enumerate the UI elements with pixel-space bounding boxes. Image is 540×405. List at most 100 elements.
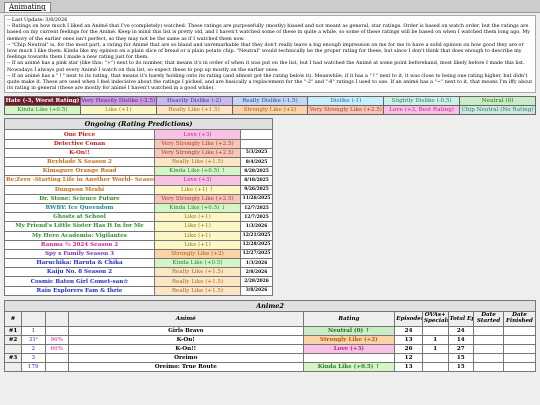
row-ovas: [421, 325, 449, 336]
header-ovas-specials: OVAs+ Specials: [421, 310, 449, 327]
ongoing-row: Beyblade X Season 2 Really Like (+1.5) 8/4…: [4, 156, 273, 168]
ongoing-date: 1/3/2026: [240, 258, 273, 269]
row-index: 1: [21, 325, 46, 336]
ongoing-title: Detective Conan: [4, 138, 155, 149]
ongoing-rating: Like (+1): [154, 212, 241, 223]
row-ovas: 1: [421, 343, 449, 354]
ongoing-row: Rain Explorers Fam & Ihrie Really Like (+…: [4, 285, 273, 296]
header-blank-1: [21, 310, 46, 327]
ongoing-row: Haruchika: Haruta & Chika Kinda Like (+0.…: [4, 258, 273, 269]
ongoing-rating: Really Like (+1.5): [154, 156, 241, 168]
row-number: #1: [3, 325, 23, 336]
ongoing-date: 12/7/2025: [240, 202, 273, 214]
header-rating: Rating: [302, 310, 396, 327]
ongoing-rating: Like (+1): [154, 221, 241, 232]
anime2-table: Anime2 # Animé Rating Episodes OVAs+ Spe…: [3, 299, 537, 372]
header-total-eps: Total Eps: [447, 310, 475, 327]
row-percent: [44, 325, 69, 336]
tab-animating[interactable]: Animating: [4, 2, 51, 12]
row-date-finished: [502, 325, 537, 336]
ongoing-date: 1/3/2026: [240, 221, 273, 232]
ongoing-caption: Ongoing (Rating Predictions): [4, 118, 273, 131]
ongoing-date: 9/26/2025: [240, 184, 273, 195]
ongoing-title: Dungeon Meshi: [4, 184, 155, 195]
legend-heavily-dislike: Heavily Dislike (-2): [155, 96, 233, 107]
ongoing-date: 12/28/2025: [240, 239, 273, 250]
ongoing-date: 2/8/2026: [240, 267, 273, 278]
ongoing-row: Dr. Stone: Science Future Very Strongly L…: [4, 193, 273, 204]
row-total: 24: [447, 325, 475, 336]
row-total: 15: [447, 352, 475, 363]
row-index: 179: [21, 361, 46, 372]
header-anime: Animé: [67, 310, 304, 327]
notes-paragraph-2: -- "Chip Neutral" is, for the most part,…: [7, 41, 524, 61]
ongoing-title: Kaiju No. 8 Season 2: [4, 267, 155, 278]
notes-paragraph-4: -- If an animé has a "↑" next to its rat…: [7, 72, 533, 92]
ongoing-date: 8/28/2025: [240, 166, 273, 177]
ongoing-title: Ghosts at School: [4, 212, 155, 223]
ongoing-row: Dungeon Meshi Like (+1) ↑ 9/26/2025: [4, 184, 273, 195]
row-number: #2: [3, 334, 23, 345]
ongoing-title: Kimagure Orange Road: [4, 166, 155, 177]
legend-slightly-dislike: Slightly Dislike (-0.5): [383, 96, 461, 107]
row-date-started: [473, 352, 504, 363]
ongoing-row: Ghosts at School Like (+1) 12/7/2025: [4, 212, 273, 223]
ongoing-rating: Like (+1): [154, 230, 241, 241]
ongoing-rating: Love (+3): [154, 129, 241, 140]
tab-bar: Animating: [0, 0, 540, 13]
row-total: 27: [447, 343, 475, 354]
ongoing-row: Cosmic Baton Girl Comet-san☆ Really Like …: [4, 276, 273, 287]
row-ovas: [421, 361, 449, 372]
ongoing-rating: Really Like (+1.5): [154, 285, 241, 296]
ongoing-rating: Really Like (+1.5): [154, 276, 241, 287]
row-date-finished: [502, 343, 537, 354]
ongoing-row: My Hero Academia: Vigilantes Like (+1) 12/…: [4, 230, 273, 241]
row-number: [3, 343, 23, 354]
anime2-row: #3 3 Oreimo 12 15: [3, 352, 537, 363]
ongoing-title: Re:Zero -Starting Life in Another World-…: [4, 175, 155, 186]
ongoing-title: Cosmic Baton Girl Comet-san☆: [4, 276, 155, 287]
row-index: 31ˢ: [21, 334, 46, 345]
ongoing-rating: Very Strongly Like (+2.5): [154, 138, 241, 149]
row-index: 2: [21, 343, 46, 354]
ongoing-title: My Hero Academia: Vigilantes: [4, 230, 155, 241]
ongoing-title: My Friend's Little Sister Has It In for …: [4, 221, 155, 232]
row-episodes: 24: [394, 325, 423, 336]
row-episodes: 12: [394, 352, 423, 363]
row-percent: 96%: [44, 334, 69, 345]
row-rating: Strongly Like (+2): [302, 334, 396, 345]
row-date-started: [473, 325, 504, 336]
header-number: #: [3, 310, 23, 327]
row-percent: 60%: [44, 343, 69, 354]
ongoing-table: Ongoing (Rating Predictions) One Piece Lo…: [4, 118, 273, 296]
ongoing-rating: Kinda Like (+0.5) ↑: [154, 166, 241, 177]
legend-strongly-like: Strongly Like (+2): [231, 105, 309, 116]
row-title: Oreimo: [67, 352, 304, 363]
row-rating: Neutral (0) ↑: [302, 325, 396, 336]
ongoing-row: One Piece Love (+3): [4, 129, 273, 140]
legend-dislike: Dislike (-1): [307, 96, 385, 107]
legend-hate: Hate (-3, Worst Rating): [4, 96, 81, 107]
ongoing-title: One Piece: [4, 129, 155, 140]
ongoing-title: Beyblade X Season 2: [4, 156, 155, 168]
ongoing-rating: Love (+3): [154, 175, 241, 186]
ongoing-row: My Friend's Little Sister Has It In for …: [4, 221, 273, 232]
ongoing-title: Spy x Family Season 3: [4, 248, 155, 260]
legend-like: Like (+1): [79, 105, 157, 116]
notes-paragraph-1: -- Ratings on how much I liked an Animé …: [7, 23, 531, 42]
row-total: 14: [447, 334, 475, 345]
ongoing-row: Re:Zero -Starting Life in Another World-…: [4, 175, 273, 186]
header-blank-2: [44, 310, 69, 327]
row-episodes: 26: [394, 343, 423, 354]
row-title: K-On!!: [67, 343, 304, 354]
row-episodes: 13: [394, 334, 423, 345]
row-date-finished: [502, 352, 537, 363]
ongoing-rating: Very Strongly Like (+2.5): [154, 147, 241, 159]
ongoing-title: Rain Explorers Fam & Ihrie: [4, 285, 155, 296]
row-rating: [302, 352, 396, 363]
ongoing-date: [240, 129, 273, 140]
ongoing-title: Haruchika: Haruta & Chika: [4, 258, 155, 269]
ongoing-row: K-On!! Very Strongly Like (+2.5) 5/3/2025: [4, 147, 273, 159]
row-date-started: [473, 334, 504, 345]
ongoing-rating: Kinda Like (+0.5) ↓: [154, 202, 241, 214]
